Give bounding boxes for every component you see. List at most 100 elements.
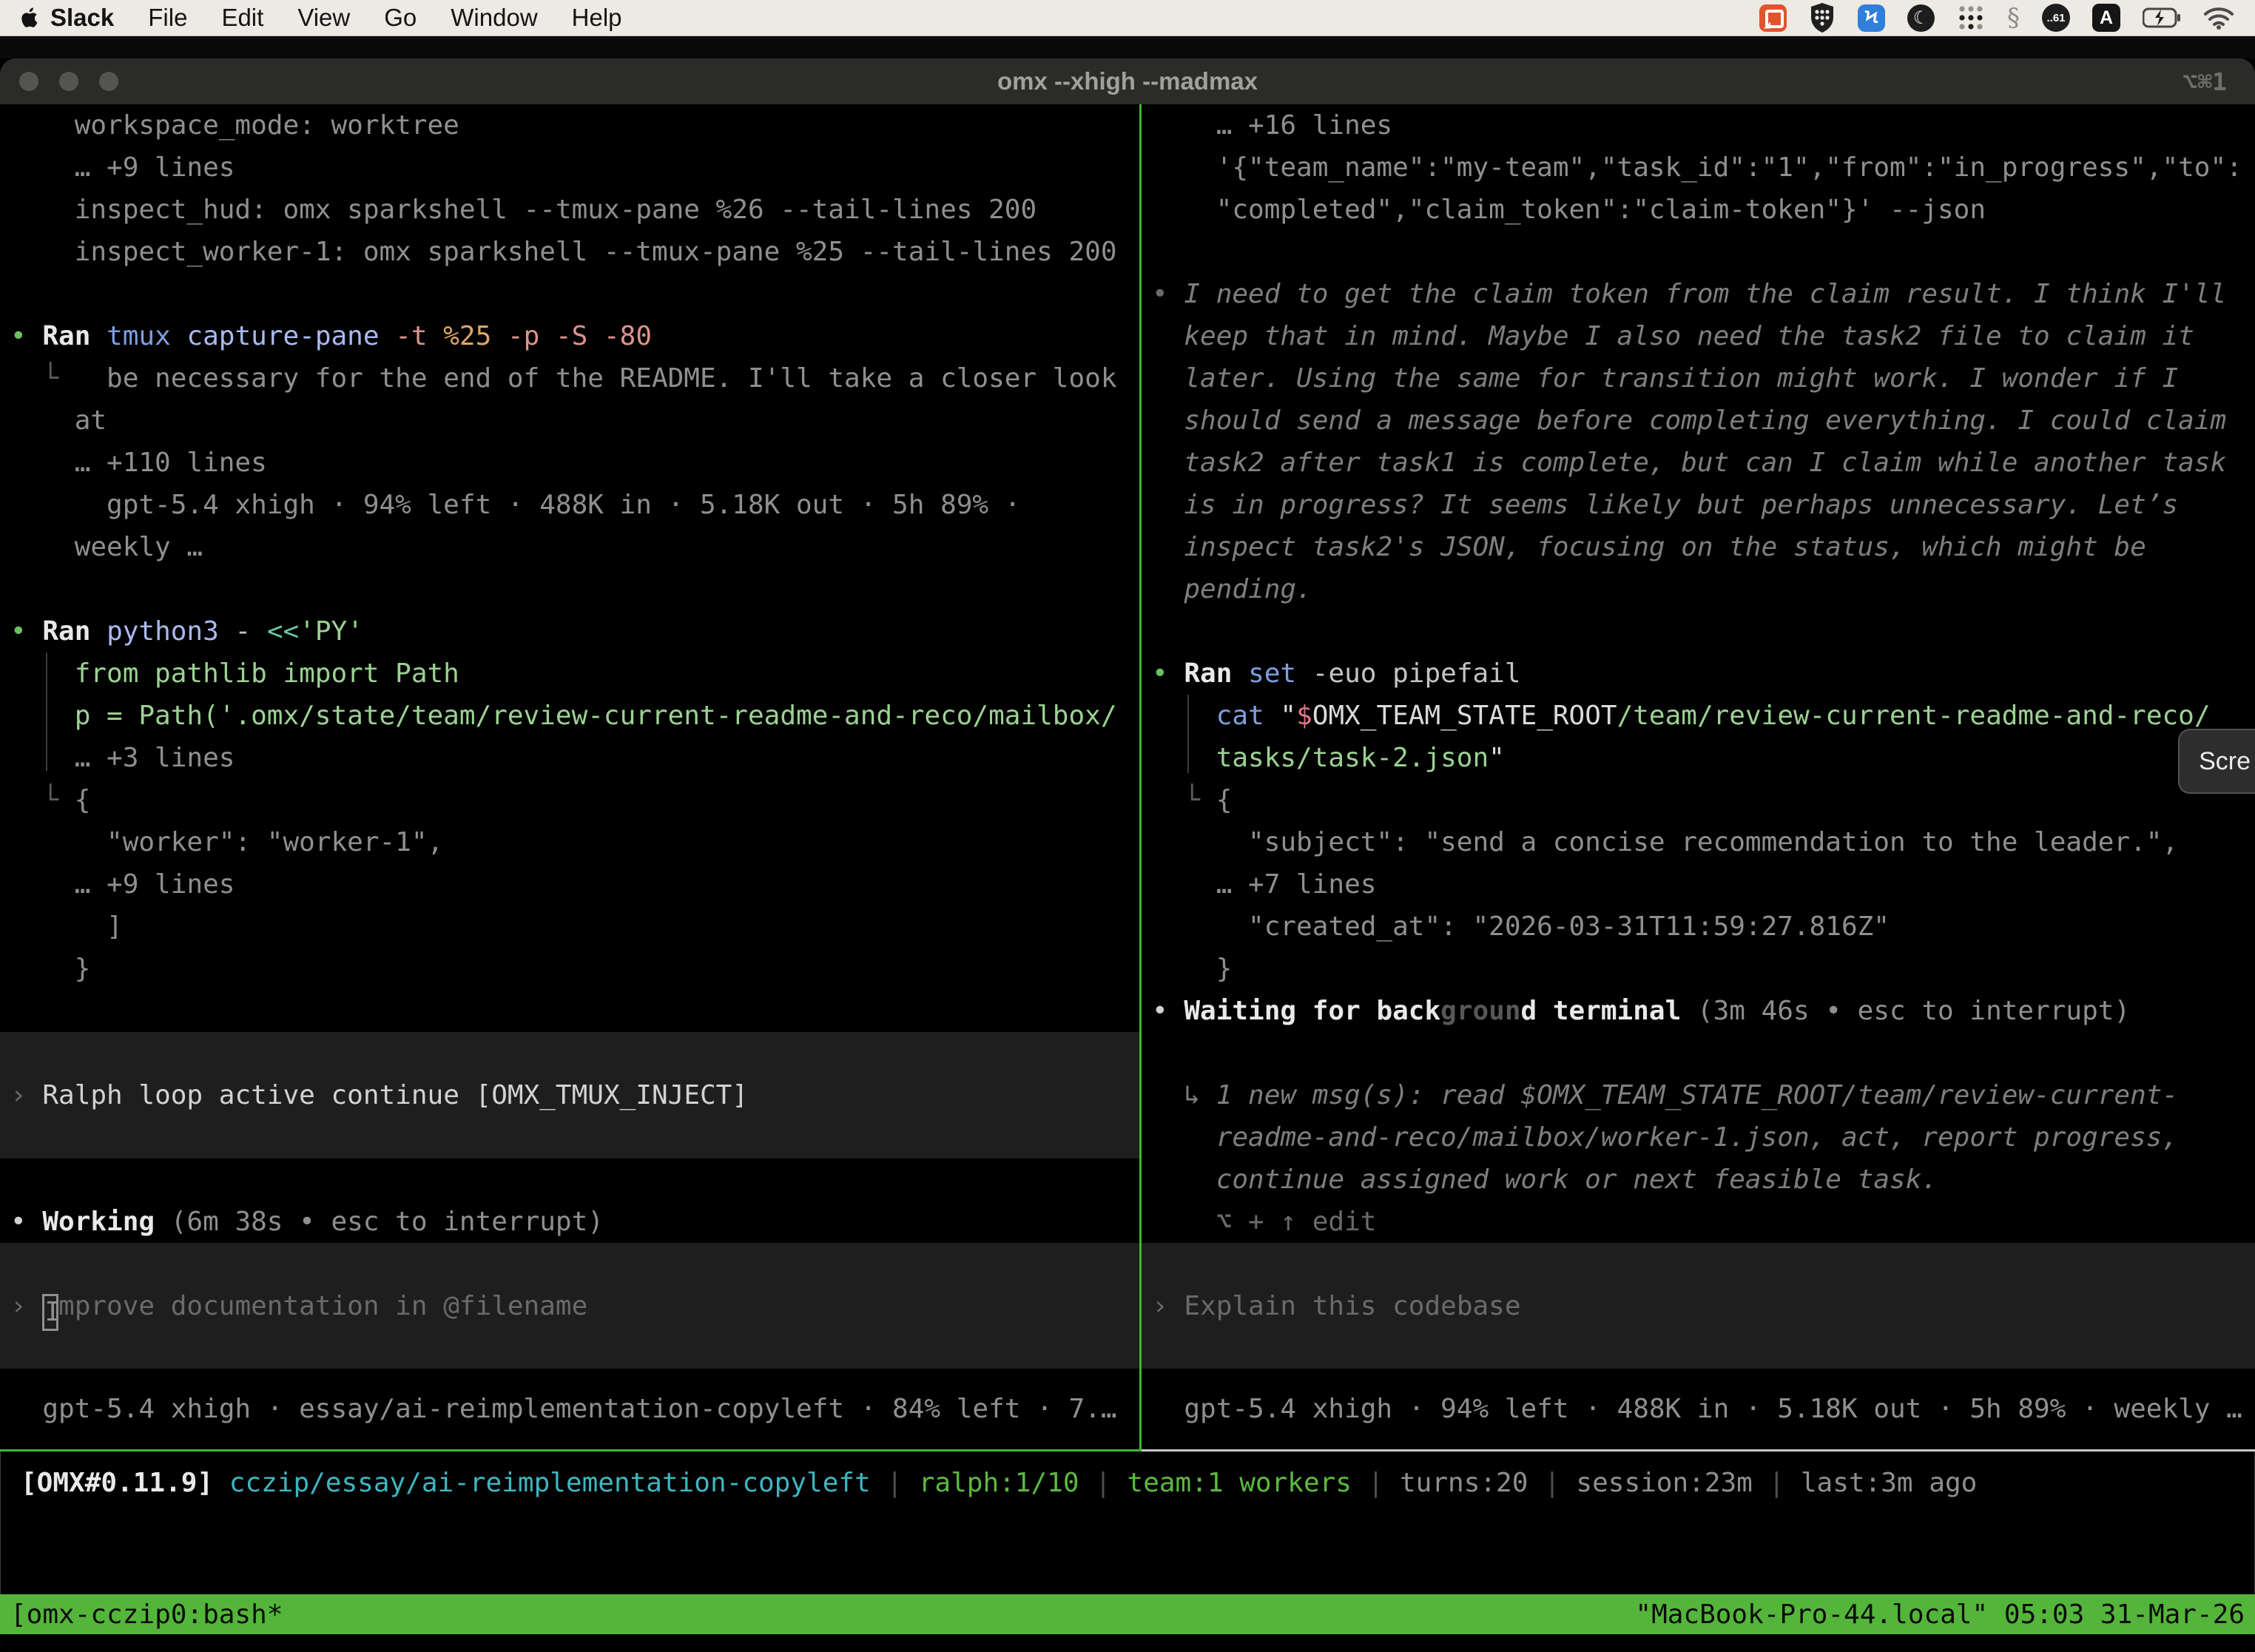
terminal-line: "created_at": "2026-03-31T11:59:27.816Z" [1142, 906, 2255, 948]
shield-keypad-icon[interactable] [1809, 2, 1836, 33]
terminal-line [1142, 610, 2255, 653]
window-title-bar[interactable]: omx --xhigh --madmax ⌥⌘1 [0, 58, 2255, 104]
right-pane[interactable]: … +16 lines'{"team_name":"my-team","task… [1142, 104, 2255, 1452]
terminal-line: └ { [0, 779, 1139, 821]
right-prompt-input[interactable]: › Explain this codebase [1142, 1243, 2255, 1369]
tmux-session-label[interactable]: [omx-cczip0:bash* [10, 1599, 283, 1630]
terminal-line [0, 990, 1139, 1032]
terminal-line: keep that in mind. Maybe I also need the… [1142, 315, 2255, 357]
terminal-line: task2 after task1 is complete, but can I… [1142, 442, 2255, 484]
terminal-line: • Working (6m 38s • esc to interrupt) [0, 1201, 1139, 1243]
terminal-line: └ be necessary for the end of the README… [0, 357, 1139, 399]
window-title: omx --xhigh --madmax [997, 67, 1258, 95]
left-pane-status-line: gpt-5.4 xhigh · essay/ai-reimplementatio… [0, 1388, 1139, 1430]
squiggle-icon[interactable]: § [2007, 3, 2020, 33]
menu-bar: Slack File Edit View Go Window Help Ϟ ☾ § ..61… [0, 0, 2255, 36]
left-pane-working-status: • Working (6m 38s • esc to interrupt) [0, 1159, 1139, 1243]
terminal-line: } [0, 948, 1139, 990]
terminal-line: … +110 lines [0, 442, 1139, 484]
terminal-line: gpt-5.4 xhigh · 94% left · 488K in · 5.1… [0, 484, 1139, 526]
screen-share-overlay-label: Scre [2199, 747, 2251, 776]
close-button[interactable] [19, 72, 38, 91]
screen-share-overlay-button[interactable]: Scre [2178, 729, 2255, 794]
terminal-line: "completed","claim_token":"claim-token"}… [1142, 189, 2255, 231]
left-pane-bottom: › Improve documentation in @filename gpt… [0, 1243, 1139, 1449]
terminal-line: pending. [1142, 568, 2255, 610]
terminal-line: • Waiting for background terminal (3m 46… [1142, 990, 2255, 1032]
badge-61-icon[interactable]: ..61 [2042, 4, 2070, 32]
terminal-line [1142, 231, 2255, 273]
zoom-button[interactable] [99, 72, 118, 91]
terminal-line: ↳ 1 new msg(s): read $OMX_TEAM_STATE_ROO… [1142, 1074, 2255, 1116]
terminal-line: • I need to get the claim token from the… [1142, 273, 2255, 315]
minimize-button[interactable] [59, 72, 78, 91]
window-bottom-edge [0, 1634, 2255, 1652]
terminal-line: workspace_mode: worktree [0, 104, 1139, 146]
traffic-lights [19, 58, 118, 104]
omx-status-line: [OMX#0.11.9] cczip/essay/ai-reimplementa… [0, 1452, 2255, 1517]
terminal-line: … +9 lines [0, 863, 1139, 906]
terminal-line: gpt-5.4 xhigh · 94% left · 488K in · 5.1… [1142, 1388, 2255, 1430]
menu-item-file[interactable]: File [148, 4, 187, 32]
terminal-line: } [1142, 948, 2255, 990]
slack-icon[interactable] [1759, 4, 1787, 32]
apple-menu-icon[interactable] [21, 7, 40, 29]
wifi-icon[interactable] [2203, 6, 2234, 30]
terminal-line: • Ran tmux capture-pane -t %25 -p -S -80 [0, 315, 1139, 357]
menu-item-window[interactable]: Window [451, 4, 537, 32]
terminal-line: inspect_hud: omx sparkshell --tmux-pane … [0, 189, 1139, 231]
menu-bar-status-icons: Ϟ ☾ § ..61 A [1759, 2, 2234, 33]
right-pane-bottom: › Explain this codebase gpt-5.4 xhigh · … [1142, 1243, 2255, 1449]
terminal-line: › Ralph loop active continue [OMX_TMUX_I… [0, 1074, 1139, 1116]
terminal-line: [OMX#0.11.9] cczip/essay/ai-reimplementa… [10, 1462, 2255, 1504]
a-app-icon[interactable]: A [2092, 4, 2120, 32]
terminal-line: … +7 lines [1142, 863, 2255, 906]
terminal-line: should send a message before completing … [1142, 399, 2255, 442]
terminal-line: weekly … [0, 526, 1139, 568]
left-prompt-input[interactable]: › Improve documentation in @filename [0, 1243, 1139, 1369]
terminal-line: inspect_worker-1: omx sparkshell --tmux-… [0, 231, 1139, 273]
window-shortcut-badge: ⌥⌘1 [2182, 67, 2227, 96]
battery-charging-icon[interactable] [2143, 7, 2181, 28]
menu-item-go[interactable]: Go [384, 4, 417, 32]
indent-guide [1187, 695, 1189, 773]
tmux-status-bar: [omx-cczip0:bash* "MacBook-Pro-44.local"… [0, 1594, 2255, 1634]
terminal-line [1142, 1032, 2255, 1074]
terminal-line: › Explain this codebase [1142, 1285, 2255, 1327]
terminal-line: at [0, 399, 1139, 442]
terminal-line: • Ran set -euo pipefail [1142, 653, 2255, 695]
terminal-line: gpt-5.4 xhigh · essay/ai-reimplementatio… [0, 1388, 1139, 1430]
terminal-window: omx --xhigh --madmax ⌥⌘1 workspace_mode:… [0, 58, 2255, 1652]
menu-item-slack[interactable]: Slack [50, 4, 114, 32]
terminal-line: … +9 lines [0, 146, 1139, 189]
terminal-line: p = Path('.omx/state/team/review-current… [0, 695, 1139, 737]
left-pane[interactable]: workspace_mode: worktree… +9 linesinspec… [0, 104, 1139, 1452]
terminal-line: later. Using the same for transition mig… [1142, 357, 2255, 399]
right-pane-status-line: gpt-5.4 xhigh · 94% left · 488K in · 5.1… [1142, 1388, 2255, 1430]
left-pane-scrollback: workspace_mode: worktree… +9 linesinspec… [0, 104, 1139, 1032]
terminal-line: readme-and-reco/mailbox/worker-1.json, a… [1142, 1116, 2255, 1159]
terminal-line: … +3 lines [0, 737, 1139, 779]
menu-item-help[interactable]: Help [572, 4, 622, 32]
indent-guide [46, 653, 47, 771]
window-spacer [0, 1517, 2255, 1594]
terminal-line: tasks/task-2.json" [1142, 737, 2255, 779]
menu-items: Slack File Edit View Go Window Help [50, 4, 622, 32]
terminal-line: from pathlib import Path [0, 653, 1139, 695]
terminal-line: └ { [1142, 779, 2255, 821]
terminal-line: ⌥ + ↑ edit [1142, 1201, 2255, 1243]
ralph-loop-banner: › Ralph loop active continue [OMX_TMUX_I… [0, 1032, 1139, 1159]
terminal-line: "subject": "send a concise recommendatio… [1142, 821, 2255, 863]
terminal-line: '{"team_name":"my-team","task_id":"1","f… [1142, 146, 2255, 189]
menu-item-edit[interactable]: Edit [221, 4, 263, 32]
terminal-line: cat "$OMX_TEAM_STATE_ROOT/team/review-cu… [1142, 695, 2255, 737]
bolt-circle-icon[interactable]: Ϟ [1858, 4, 1885, 32]
dots-grid-icon[interactable] [1957, 4, 1985, 32]
terminal-line [0, 568, 1139, 610]
moon-circle-icon[interactable]: ☾ [1907, 4, 1935, 32]
right-pane-scrollback: … +16 lines'{"team_name":"my-team","task… [1142, 104, 2255, 1243]
terminal-line: "worker": "worker-1", [0, 821, 1139, 863]
desktop-gap [0, 36, 2255, 58]
terminal-line: is in progress? It seems likely but perh… [1142, 484, 2255, 526]
menu-item-view[interactable]: View [297, 4, 350, 32]
